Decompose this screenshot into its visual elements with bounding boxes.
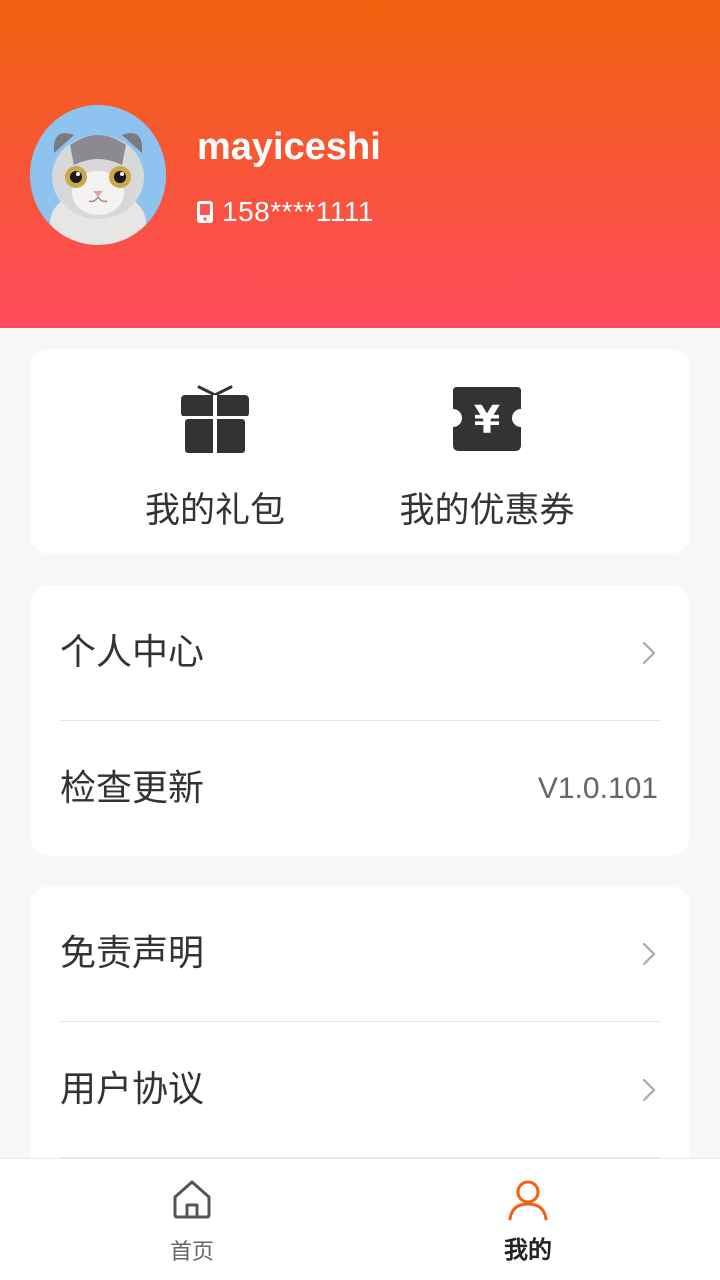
profile-header: mayiceshi 158****1111 <box>0 0 720 328</box>
tab-home[interactable]: 首页 <box>92 1159 292 1280</box>
user-icon <box>508 1180 548 1221</box>
chevron-right-icon <box>642 1078 656 1102</box>
my-gift-button[interactable]: 我的礼包 <box>110 349 320 554</box>
menu-item-label: 个人中心 <box>60 632 205 673</box>
avatar[interactable] <box>30 105 166 245</box>
menu-item-label: 免责声明 <box>60 933 205 974</box>
phone-icon <box>197 201 213 223</box>
tab-home-label: 首页 <box>169 1240 214 1265</box>
menu-item-check-update[interactable]: 检查更新 V1.0.101 <box>30 721 690 856</box>
username: mayiceshi <box>197 126 381 168</box>
tab-mine-label: 我的 <box>504 1236 552 1264</box>
home-icon <box>173 1180 211 1219</box>
menu-item-label: 检查更新 <box>60 768 205 809</box>
chevron-right-icon <box>642 641 656 665</box>
phone-text: 158****1111 <box>222 196 374 227</box>
quick-actions-card: 我的礼包 ¥ 我的优惠券 <box>30 349 690 554</box>
chevron-right-icon <box>642 942 656 966</box>
tab-mine[interactable]: 我的 <box>428 1159 628 1280</box>
phone-number: 158****1111 <box>196 194 374 230</box>
menu-item-disclaimer[interactable]: 免责声明 <box>30 886 690 1021</box>
my-gift-label: 我的礼包 <box>144 491 285 531</box>
menu-item-personal-center[interactable]: 个人中心 <box>30 585 690 720</box>
menu-item-label: 用户协议 <box>60 1069 205 1110</box>
gift-icon <box>181 385 249 453</box>
menu-card-1: 个人中心 检查更新 V1.0.101 <box>30 585 690 856</box>
svg-text:¥: ¥ <box>474 398 500 442</box>
my-coupon-button[interactable]: ¥ 我的优惠券 <box>380 349 594 554</box>
bottom-tab-bar: 首页 我的 <box>0 1158 720 1280</box>
my-coupon-label: 我的优惠券 <box>399 491 575 531</box>
cat-avatar-icon <box>30 105 166 245</box>
menu-item-user-agreement[interactable]: 用户协议 <box>30 1022 690 1157</box>
version-text: V1.0.101 <box>537 772 658 805</box>
coupon-icon: ¥ <box>453 387 521 451</box>
